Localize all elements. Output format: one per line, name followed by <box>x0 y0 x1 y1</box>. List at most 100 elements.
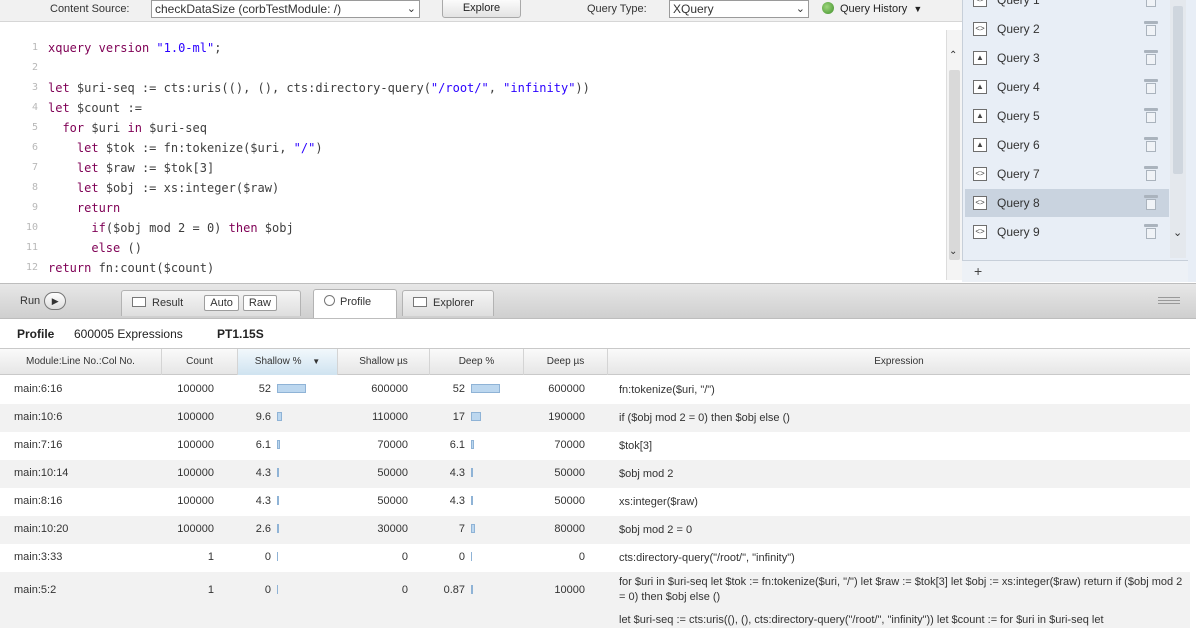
tab-profile[interactable]: Profile <box>313 289 397 318</box>
query-list-item-label: Query 8 <box>997 196 1040 210</box>
cell-deep-us: 80000 <box>554 523 585 535</box>
cell-shallow-pct-bar <box>277 585 278 594</box>
cell-deep-us: 10000 <box>554 584 585 596</box>
trash-icon[interactable] <box>1144 166 1158 181</box>
col-header-shallow-pct[interactable]: Shallow % ▼ <box>238 349 338 375</box>
cell-module: main:10:20 <box>14 523 69 535</box>
cell-deep-pct: 6.1 <box>441 439 474 451</box>
auto-toggle[interactable]: Auto <box>204 295 239 311</box>
query-list-item-label: Query 6 <box>997 138 1040 152</box>
trash-icon[interactable] <box>1144 108 1158 123</box>
trash-icon[interactable] <box>1145 0 1157 7</box>
query-list-item-label: Query 4 <box>997 80 1040 94</box>
query-list-item[interactable]: <> Query 2 <box>965 15 1169 43</box>
cell-expression: fn:tokenize($uri, "/") <box>619 384 715 396</box>
dropdown-arrow-icon: ▼ <box>913 4 923 14</box>
query-list-item-label: Query 9 <box>997 225 1040 239</box>
query-list-scrollbar[interactable]: ⌄ <box>1170 0 1186 258</box>
table-row[interactable]: main:3:33 1 0 0 0 0 cts:directory-query("/root… <box>0 544 1190 572</box>
cell-deep-pct-value: 17 <box>452 411 465 423</box>
col-header-module[interactable]: Module:Line No.:Col No. <box>0 349 162 375</box>
col-header-deep-us[interactable]: Deep µs <box>524 349 608 375</box>
query-list-item[interactable]: <> Query 7 <box>965 160 1169 188</box>
query-type-select[interactable]: XQuery ⌄ <box>669 0 809 18</box>
table-row[interactable]: main:6:16 100000 52 600000 52 600000 fn:tokeni… <box>0 376 1190 404</box>
raw-toggle[interactable]: Raw <box>242 295 277 311</box>
trash-icon[interactable] <box>1144 79 1158 94</box>
cell-deep-pct-value: 4.3 <box>449 495 465 507</box>
editor-scrollbar[interactable]: ⌃ ⌄ <box>946 30 962 280</box>
trash-icon[interactable] <box>1144 224 1158 239</box>
col-header-expression[interactable]: Expression <box>608 349 1190 375</box>
table-row[interactable]: main:10:6 100000 9.6 110000 17 190000 if ($obj… <box>0 404 1190 432</box>
query-list-item[interactable]: ▲ Query 5 <box>965 102 1169 130</box>
trash-icon[interactable] <box>1144 21 1158 36</box>
query-list-footer: + <box>962 260 1188 282</box>
table-row[interactable]: main:5:2 1 0 0 0.87 10000 for $uri in $uri-seq… <box>0 572 1190 612</box>
cell-deep-pct-value: 7 <box>458 523 465 535</box>
cell-shallow-us: 0 <box>401 584 408 596</box>
query-list-item[interactable]: ▲ Query 6 <box>965 131 1169 159</box>
code-text: let $obj := xs:integer($raw) <box>76 181 280 195</box>
cell-count: 100000 <box>177 439 214 451</box>
col-header-count[interactable]: Count <box>162 349 238 375</box>
chevron-down-icon[interactable]: ⌄ <box>1173 226 1182 239</box>
content-source-select[interactable]: checkDataSize (corbTestModule: /) ⌄ <box>151 0 420 18</box>
explore-button[interactable]: Explore <box>442 0 521 18</box>
query-list-item[interactable]: <> Query 9 <box>965 218 1169 246</box>
line-number: 11 <box>25 242 38 253</box>
table-row[interactable]: main:10:20 100000 2.6 30000 7 80000 $obj mod 2… <box>0 516 1190 544</box>
add-query-icon[interactable]: + <box>974 263 982 279</box>
cell-shallow-us: 50000 <box>377 467 408 479</box>
tab-explorer[interactable]: Explorer <box>402 290 494 316</box>
cell-module: main:10:14 <box>14 467 69 479</box>
cell-deep-pct-bar <box>471 524 475 533</box>
cell-count: 100000 <box>177 495 214 507</box>
cell-module: main:8:16 <box>14 495 63 507</box>
table-row[interactable]: main:7:16 100000 6.1 70000 6.1 70000 $tok[3] <box>0 432 1190 460</box>
table-header: Module:Line No.:Col No. Count Shallow % … <box>0 348 1190 375</box>
cell-deep-pct-bar <box>471 412 481 421</box>
editor-scroll-thumb[interactable] <box>949 70 960 260</box>
scroll-down-icon[interactable]: ⌄ <box>949 246 957 257</box>
col-header-shallow-us[interactable]: Shallow µs <box>338 349 430 375</box>
cell-deep-us: 70000 <box>554 439 585 451</box>
cell-shallow-pct-value: 2.6 <box>255 523 271 535</box>
trash-icon[interactable] <box>1144 195 1158 210</box>
trash-icon[interactable] <box>1144 50 1158 65</box>
code-editor[interactable]: 1 xquery version "1.0-ml"; 2 3 let $uri-seq … <box>0 30 946 280</box>
scroll-up-icon[interactable]: ⌃ <box>949 50 957 61</box>
result-icon <box>132 297 146 307</box>
query-list-item[interactable]: <> Query 1 <box>965 0 1169 14</box>
query-list-item[interactable]: ▲ Query 3 <box>965 44 1169 72</box>
col-header-deep-pct[interactable]: Deep % <box>430 349 524 375</box>
cell-deep-us: 600000 <box>548 383 585 395</box>
query-list-scroll-thumb[interactable] <box>1173 6 1183 174</box>
cell-expression: $obj mod 2 = 0 <box>619 524 693 536</box>
code-text: for $uri in $uri-seq <box>62 121 207 135</box>
table-row[interactable]: main:8:16 100000 4.3 50000 4.3 50000 xs:intege… <box>0 488 1190 516</box>
cell-deep-pct: 0 <box>441 551 472 563</box>
query-toolbar: Content Source: checkDataSize (corbTestM… <box>0 0 962 22</box>
cell-shallow-us: 600000 <box>371 383 408 395</box>
cell-expression: cts:directory-query("/root/", "infinity"… <box>619 552 795 564</box>
chevron-down-icon: ⌄ <box>795 3 805 15</box>
query-list-item[interactable]: <> Query 8 <box>965 189 1169 217</box>
query-list-item[interactable]: ▲ Query 4 <box>965 73 1169 101</box>
query-history-button[interactable]: Query History ▼ <box>822 2 922 18</box>
panel-resize-grip-icon[interactable] <box>1158 297 1180 305</box>
cell-module: main:3:33 <box>14 551 63 563</box>
javascript-file-icon: ▲ <box>973 109 987 123</box>
code-text: let $raw := $tok[3] <box>76 161 215 175</box>
code-text: let $uri-seq := cts:uris((), (), cts:dir… <box>48 81 590 95</box>
cell-shallow-pct: 4.3 <box>247 467 279 479</box>
run-button[interactable]: Run ▶ <box>20 292 67 312</box>
table-row[interactable]: let $uri-seq := cts:uris((), (), cts:dir… <box>0 612 1190 628</box>
tab-result[interactable]: Result Auto Raw <box>121 290 301 316</box>
line-number: 10 <box>25 222 38 233</box>
trash-icon[interactable] <box>1144 137 1158 152</box>
table-row[interactable]: main:10:14 100000 4.3 50000 4.3 50000 $obj mod… <box>0 460 1190 488</box>
line-number: 5 <box>31 122 38 133</box>
cell-expression: $obj mod 2 <box>619 468 674 480</box>
cell-deep-pct-bar <box>471 384 500 393</box>
